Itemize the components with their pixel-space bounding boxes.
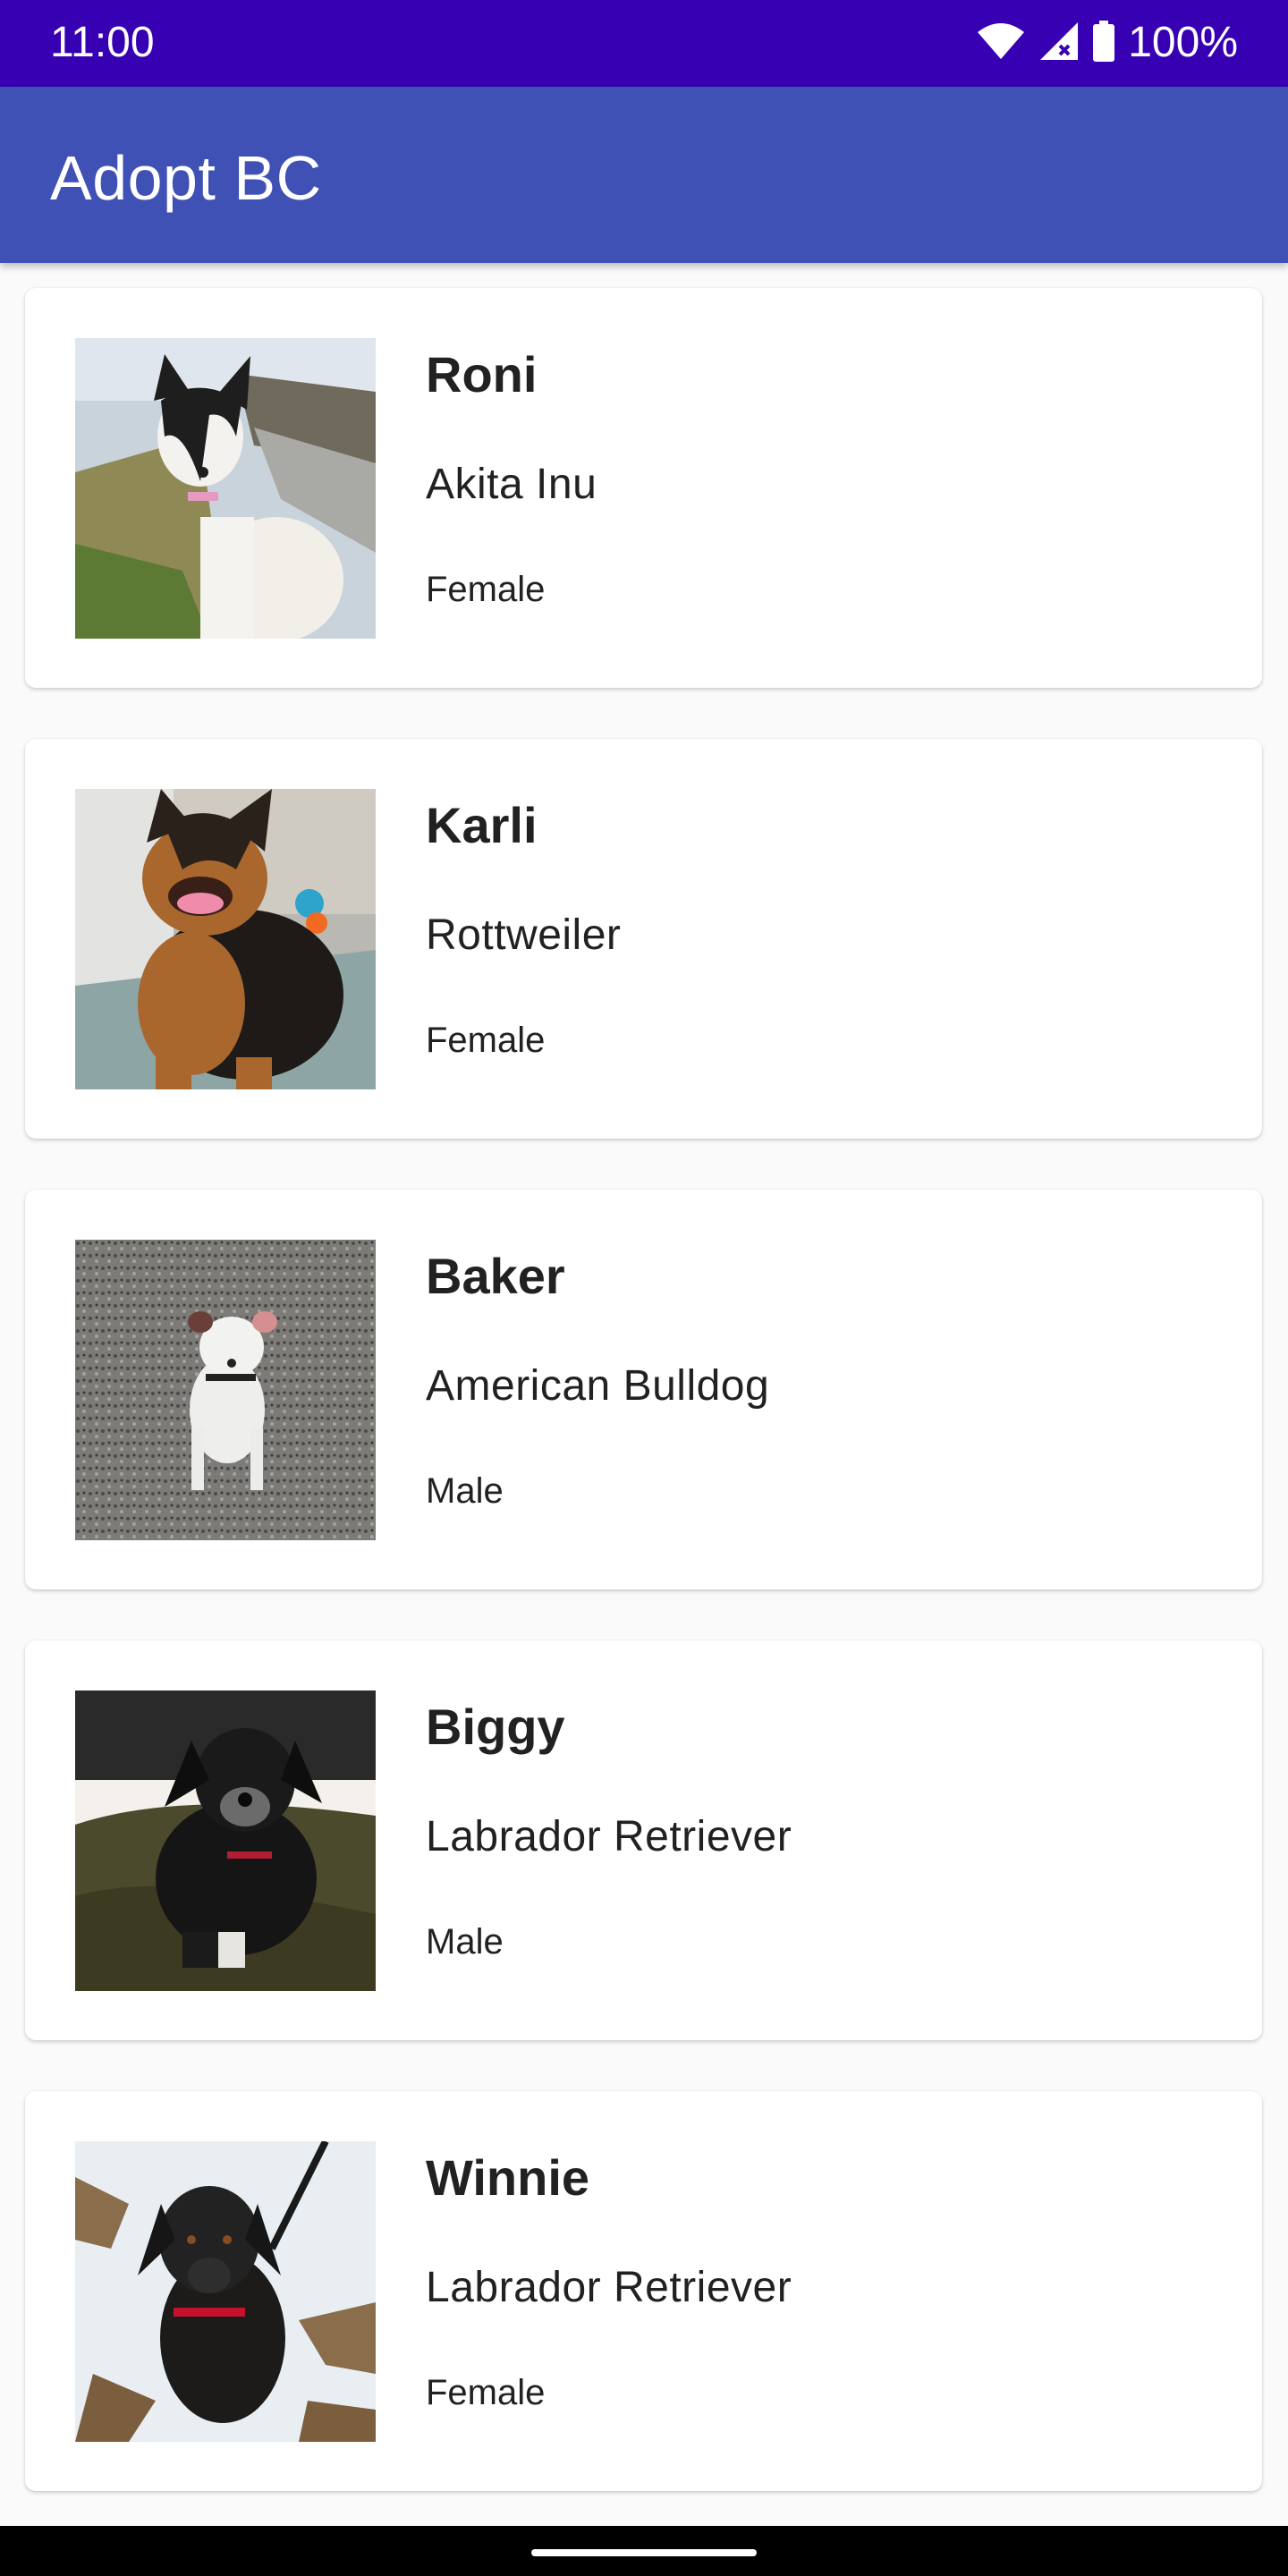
dog-gender: Female [426, 570, 546, 609]
dog-gender: Male [426, 1471, 504, 1511]
dog-name: Baker [426, 1248, 565, 1304]
dog-name: Biggy [426, 1699, 565, 1755]
dog-card[interactable]: Biggy Labrador Retriever Male [25, 1640, 1262, 2040]
dog-breed: American Bulldog [426, 1362, 770, 1410]
dog-photo [75, 789, 376, 1089]
dog-card[interactable]: Karli Rottweiler Female [25, 739, 1262, 1139]
dog-name: Roni [426, 346, 538, 402]
dog-breed: Akita Inu [426, 461, 597, 508]
dog-gender: Female [426, 2373, 546, 2412]
battery-icon [1092, 20, 1115, 66]
dog-photo [75, 1690, 376, 1991]
status-bar: 11:00 100% [0, 0, 1288, 87]
status-icons: 100% [976, 16, 1238, 70]
dog-breed: Labrador Retriever [426, 2264, 792, 2311]
dog-list[interactable]: Roni Akita Inu Female Karli Rottweiler F… [0, 263, 1288, 2526]
dog-breed: Labrador Retriever [426, 1813, 792, 1860]
dog-card[interactable]: Winnie Labrador Retriever Female [25, 2091, 1262, 2491]
dog-card[interactable]: Roni Akita Inu Female [25, 288, 1262, 688]
dog-gender: Female [426, 1021, 546, 1060]
dog-photo [75, 338, 376, 639]
app-bar: Adopt BC [0, 87, 1288, 263]
dog-card[interactable]: Baker American Bulldog Male [25, 1190, 1262, 1589]
dog-name: Winnie [426, 2149, 590, 2206]
dog-breed: Rottweiler [426, 911, 622, 959]
dog-photo [75, 1240, 376, 1540]
app-title: Adopt BC [50, 143, 322, 213]
dog-photo [75, 2141, 376, 2442]
signal-icon [1038, 21, 1080, 66]
battery-percentage: 100% [1128, 19, 1238, 66]
dog-gender: Male [426, 1922, 504, 1962]
status-time: 11:00 [50, 19, 155, 66]
gesture-handle[interactable] [531, 2549, 757, 2556]
wifi-icon [976, 21, 1026, 65]
dog-name: Karli [426, 797, 538, 853]
navigation-bar [0, 2526, 1288, 2576]
